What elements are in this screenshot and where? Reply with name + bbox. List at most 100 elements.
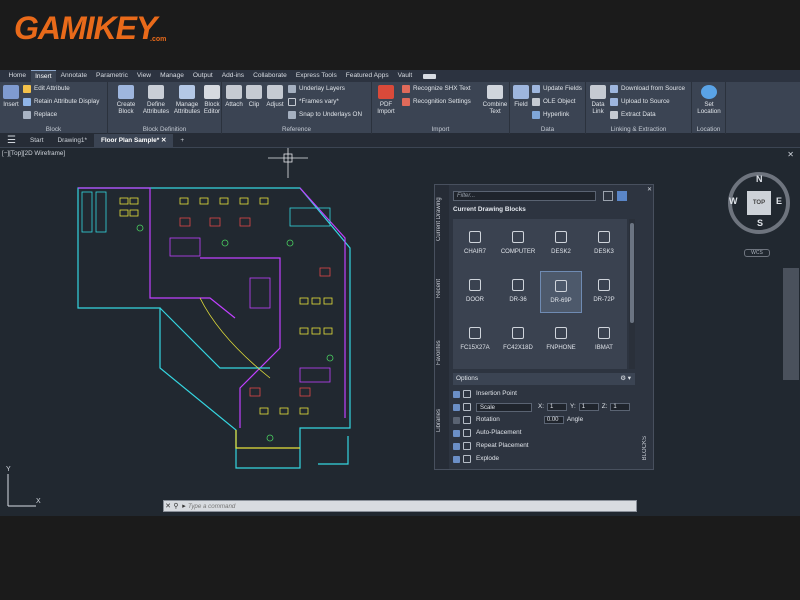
command-customize-icon[interactable]: ⚲ (172, 502, 180, 510)
rotation-option[interactable]: Rotation 0.00 Angle (453, 415, 583, 425)
block-grid-scrollbar[interactable] (629, 219, 635, 369)
x-scale-input[interactable]: 1 (547, 403, 568, 411)
scale-dropdown[interactable]: Scale (476, 402, 532, 412)
data-link-button[interactable]: Data Link (588, 85, 608, 115)
frames-vary-dropdown[interactable]: *Frames vary* (288, 97, 339, 107)
attach-button[interactable]: Attach (224, 85, 244, 108)
drawing-canvas[interactable]: [−][Top][2D Wireframe] ✕ (0, 148, 800, 516)
tab-manage[interactable]: Manage (156, 70, 189, 82)
tab-add-ins[interactable]: Add-ins (217, 70, 248, 82)
recognition-settings-button[interactable]: Recognition Settings (402, 97, 471, 107)
tab-insert[interactable]: Insert (30, 70, 57, 82)
viewcube[interactable]: TOP N S E W (728, 172, 790, 234)
auto-placement-checkbox[interactable] (453, 429, 460, 437)
block-fc42x18d[interactable]: FC42X18D (497, 319, 539, 361)
options-bar[interactable]: Options ⚙ ▾ (453, 373, 635, 385)
file-tab-floor-plan[interactable]: Floor Plan Sample* ✕ (93, 133, 174, 148)
compass-west[interactable]: W (729, 196, 738, 206)
z-scale-input[interactable]: 1 (610, 403, 631, 411)
block-editor-button[interactable]: Block Editor (202, 85, 222, 115)
command-input[interactable] (188, 501, 636, 511)
insertion-point-checkbox[interactable] (453, 390, 460, 398)
define-attributes-button[interactable]: Define Attributes (142, 85, 170, 115)
command-line[interactable]: ✕ ⚲ ▸ (163, 500, 637, 512)
repeat-placement-option[interactable]: Repeat Placement (453, 441, 529, 451)
import-block-icon[interactable] (603, 191, 613, 201)
field-button[interactable]: Field (512, 85, 530, 108)
tab-featured-apps[interactable]: Featured Apps (341, 70, 393, 82)
block-desk3[interactable]: DESK3 (583, 223, 625, 265)
tab-view[interactable]: View (132, 70, 155, 82)
upload-to-source-button[interactable]: Upload to Source (610, 97, 670, 107)
block-door[interactable]: DOOR (454, 271, 496, 313)
clip-button[interactable]: Clip (246, 85, 262, 108)
compass-north[interactable]: N (756, 174, 763, 184)
command-history-icon[interactable]: ▸ (180, 502, 188, 510)
block-fnphone[interactable]: FNPHONE (540, 319, 582, 361)
edit-attribute-button[interactable]: Edit Attribute (23, 84, 70, 94)
block-chair7[interactable]: CHAIR7 (454, 223, 496, 265)
file-tab-start[interactable]: Start (23, 134, 51, 148)
adjust-button[interactable]: Adjust (264, 85, 286, 108)
block-dr-69p[interactable]: DR-69P (540, 271, 582, 313)
file-tab-drawing1[interactable]: Drawing1* (50, 134, 93, 148)
combine-text-button[interactable]: Combine Text (482, 85, 508, 115)
tab-collaborate[interactable]: Collaborate (249, 70, 292, 82)
block-dr-72p[interactable]: DR-72P (583, 271, 625, 313)
auto-placement-option[interactable]: Auto-Placement (453, 428, 521, 438)
block-computer[interactable]: COMPUTER (497, 223, 539, 265)
close-icon[interactable]: ✕ (161, 137, 166, 144)
retain-attribute-display-button[interactable]: Retain Attribute Display (23, 97, 99, 107)
insert-button[interactable]: Insert (2, 85, 20, 108)
download-from-source-button[interactable]: Download from Source (610, 84, 685, 94)
set-location-button[interactable]: Set Location (694, 85, 724, 115)
repeat-placement-checkbox[interactable] (453, 442, 460, 450)
thumbnail-view-icon[interactable] (617, 191, 627, 201)
palette-close-icon[interactable]: ✕ (647, 186, 652, 193)
scrollbar-thumb[interactable] (630, 223, 634, 323)
insertion-point-option[interactable]: Insertion Point (453, 389, 517, 399)
recognize-shx-text-button[interactable]: Recognize SHX Text (402, 84, 471, 94)
rotation-checkbox[interactable] (453, 416, 460, 424)
tab-home[interactable]: Home (4, 70, 31, 82)
navigation-bar[interactable] (783, 268, 799, 380)
ole-object-button[interactable]: OLE Object (532, 97, 576, 107)
hyperlink-button[interactable]: Hyperlink (532, 110, 569, 120)
explode-checkbox[interactable] (453, 455, 460, 463)
block-desk2[interactable]: DESK2 (540, 223, 582, 265)
tab-annotate[interactable]: Annotate (56, 70, 91, 82)
tab-express-tools[interactable]: Express Tools (291, 70, 341, 82)
tab-vault[interactable]: Vault (393, 70, 417, 82)
tab-overflow-icon[interactable] (422, 73, 436, 79)
underlay-layers-button[interactable]: Underlay Layers (288, 84, 345, 94)
wcs-menu[interactable]: WCS (744, 249, 770, 257)
extract-data-button[interactable]: Extract Data (610, 110, 656, 120)
tab-parametric[interactable]: Parametric (92, 70, 133, 82)
options-gear-icon[interactable]: ⚙ ▾ (620, 373, 631, 385)
blocks-palette[interactable]: Current Drawing Recent Favorites Librari… (434, 184, 654, 470)
tab-current-drawing[interactable]: Current Drawing (436, 191, 448, 247)
block-fc15x27a[interactable]: FC15X27A (454, 319, 496, 361)
tab-output[interactable]: Output (188, 70, 217, 82)
filter-input[interactable]: Filter... (453, 191, 596, 201)
command-close-icon[interactable]: ✕ (164, 502, 172, 510)
snap-to-underlays-dropdown[interactable]: Snap to Underlays ON (288, 110, 362, 120)
manage-attributes-button[interactable]: Manage Attributes (172, 85, 202, 115)
angle-input[interactable]: 0.00 (543, 416, 564, 424)
pdf-import-button[interactable]: PDF Import (374, 85, 398, 115)
replace-button[interactable]: Replace (23, 110, 57, 120)
tab-favorites[interactable]: Favorites (436, 337, 448, 369)
compass-south[interactable]: S (757, 218, 763, 228)
block-ibmat[interactable]: IBMAT (583, 319, 625, 361)
scale-option[interactable]: Scale X: 1 Y: 1 Z: 1 (453, 402, 633, 412)
block-dr-36[interactable]: DR-36 (497, 271, 539, 313)
tab-libraries[interactable]: Libraries (436, 405, 448, 435)
new-tab-button[interactable]: + (173, 134, 191, 148)
create-block-button[interactable]: Create Block (114, 85, 138, 115)
scale-checkbox[interactable] (453, 403, 460, 411)
explode-option[interactable]: Explode (453, 454, 499, 464)
update-fields-button[interactable]: Update Fields (532, 84, 582, 94)
compass-east[interactable]: E (776, 196, 782, 206)
y-scale-input[interactable]: 1 (578, 403, 599, 411)
tab-recent[interactable]: Recent (436, 275, 448, 301)
